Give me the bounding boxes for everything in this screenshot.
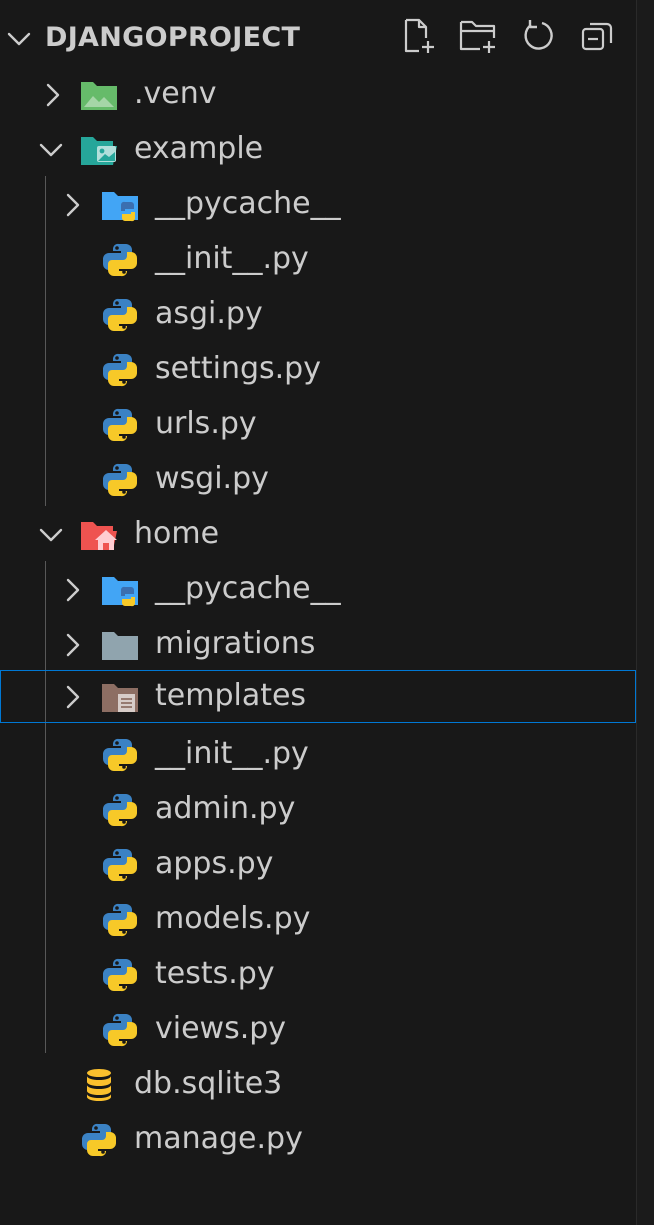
tree-item-venv[interactable]: .venv [0,67,636,122]
python-icon [103,243,137,277]
tree-item-apps-py[interactable]: apps.py [0,837,636,892]
tree-item-manage-py[interactable]: manage.py [0,1112,636,1167]
chevron-down-icon[interactable] [38,137,64,163]
database-icon [87,1069,111,1101]
tree-item-settings-py[interactable]: settings.py [0,342,636,397]
chevron-down-icon[interactable] [38,522,64,548]
chevron-right-icon[interactable] [60,684,86,710]
tree-item-pycache[interactable]: __pycache__ [0,177,636,232]
folder-icon [102,632,138,660]
tree-item-label: __pycache__ [155,571,341,606]
tree-item-label: home [134,516,220,551]
venv-folder-icon [81,82,117,110]
tree-item-db-sqlite3[interactable]: db.sqlite3 [0,1057,636,1112]
tree-item-models-py[interactable]: models.py [0,892,636,947]
python-icon [103,793,137,827]
tree-item-example[interactable]: example [0,122,636,177]
python-icon [82,1123,116,1157]
explorer-header[interactable]: DJANGOPROJECT [0,0,636,76]
chevron-right-icon[interactable] [40,82,66,108]
tree-item-label: views.py [155,1011,287,1046]
tree-item-label: settings.py [155,351,321,386]
templates-folder-icon [102,684,138,712]
tree-item-label: __pycache__ [155,186,341,221]
tree-item-label: apps.py [155,846,274,881]
python-folder-icon [102,577,138,607]
tree-item-pycache[interactable]: __pycache__ [0,562,636,617]
tree-item-admin-py[interactable]: admin.py [0,782,636,837]
tree-item-label: asgi.py [155,296,263,331]
tree-item-migrations[interactable]: migrations [0,617,636,672]
python-icon [103,848,137,882]
tree-item-home[interactable]: home [0,507,636,562]
tree-item-label: migrations [155,626,316,661]
tree-item-asgi-py[interactable]: asgi.py [0,287,636,342]
chevron-down-icon[interactable] [6,26,32,52]
collapse-all-icon[interactable] [578,16,618,56]
python-icon [103,408,137,442]
tree-item-label: example [134,131,264,166]
tree-item-init-py[interactable]: __init__.py [0,232,636,287]
tree-item-label: urls.py [155,406,257,441]
refresh-icon[interactable] [518,16,558,56]
new-file-icon[interactable] [398,16,438,56]
tree-item-label: tests.py [155,956,275,991]
python-folder-icon [102,192,138,222]
tree-item-init-py[interactable]: __init__.py [0,727,636,782]
tree-item-tests-py[interactable]: tests.py [0,947,636,1002]
chevron-right-icon[interactable] [60,632,86,658]
tree-item-templates[interactable]: templates [0,670,636,723]
tree-item-label: manage.py [134,1121,303,1156]
tree-item-label: db.sqlite3 [134,1066,283,1101]
tree-item-label: admin.py [155,791,296,826]
tree-item-urls-py[interactable]: urls.py [0,397,636,452]
project-title[interactable]: DJANGOPROJECT [45,20,300,56]
tree-item-label: wsgi.py [155,461,269,496]
python-icon [103,298,137,332]
python-icon [103,1013,137,1047]
tree-item-label: __init__.py [155,736,309,771]
tree-item-label: __init__.py [155,241,309,276]
tree-item-wsgi-py[interactable]: wsgi.py [0,452,636,507]
python-icon [103,463,137,497]
new-folder-icon[interactable] [458,16,498,56]
panel-divider[interactable] [636,0,654,1225]
tree-item-label: .venv [134,76,217,111]
chevron-right-icon[interactable] [60,192,86,218]
tree-item-label: models.py [155,901,311,936]
home-folder-icon [81,522,117,550]
python-icon [103,738,137,772]
example-folder-icon [81,137,117,165]
tree-item-views-py[interactable]: views.py [0,1002,636,1057]
explorer-actions [398,16,618,56]
python-icon [103,958,137,992]
python-icon [103,353,137,387]
chevron-right-icon[interactable] [60,577,86,603]
explorer-panel: DJANGOPROJECT .venv example __pycache__ … [0,0,636,1225]
python-icon [103,903,137,937]
tree-item-label: templates [155,678,307,713]
